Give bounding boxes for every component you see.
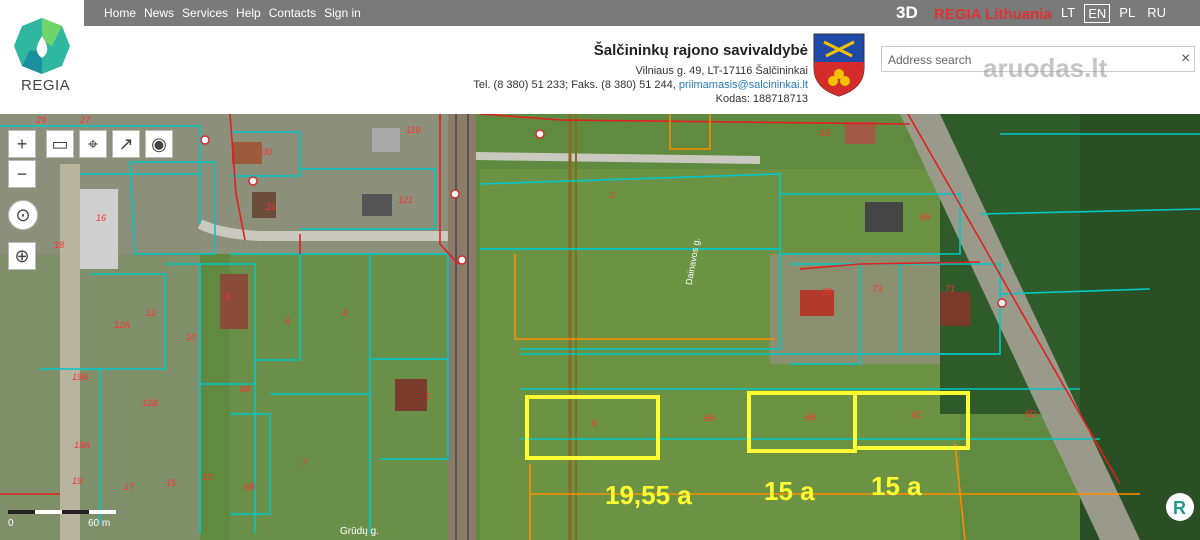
- parcel-label: 30: [262, 147, 272, 157]
- parcel-label: 1: [425, 391, 430, 401]
- parcel-area-label: 15 a: [764, 476, 815, 506]
- parcel-area-label: 19,55 a: [605, 480, 692, 510]
- parcel-label: 6: [285, 316, 290, 326]
- nav-contacts[interactable]: Contacts: [269, 6, 316, 20]
- logo-badge: R: [1166, 493, 1194, 521]
- cadastral-map[interactable]: Dainavos g. Grūdų g. 29 27119302112116182…: [0, 114, 1200, 540]
- parcel-label: 6C: [911, 410, 923, 420]
- nav-help[interactable]: Help: [236, 6, 261, 20]
- parcel-label: 21: [265, 202, 276, 212]
- zoom-out-button[interactable]: −: [8, 160, 36, 188]
- language-switcher: LT EN PL RU: [1058, 4, 1169, 23]
- parcel-label: 119: [406, 125, 420, 135]
- parcel-label: 19B: [72, 372, 88, 382]
- parcel-label: 19A: [74, 440, 90, 450]
- parcel-label: 16: [96, 213, 106, 223]
- parcel-label: 29: [35, 115, 46, 125]
- parcel-label: 8A: [240, 384, 251, 394]
- parcel-label: 6B: [805, 412, 816, 422]
- parcel-label: 12B: [142, 398, 158, 408]
- parcel-label: 27: [79, 115, 91, 125]
- aruodas-watermark: aruodas.lt: [983, 53, 1108, 83]
- parcel-label: 6D: [1025, 409, 1037, 419]
- site-title: REGIA Lithuania: [934, 6, 1052, 23]
- phone-fax: Tel. (8 380) 51 233; Faks. (8 380) 51 24…: [473, 79, 676, 91]
- parcel-label: 2: [609, 190, 615, 200]
- close-icon[interactable]: ×: [1181, 50, 1190, 68]
- lang-pl[interactable]: PL: [1116, 4, 1138, 23]
- share-button[interactable]: ↗: [112, 130, 140, 158]
- parcel-label: 121: [398, 195, 413, 205]
- parcel-label: 13: [202, 472, 212, 482]
- regia-logo-icon: [14, 18, 70, 74]
- parcel-label: 71: [945, 284, 955, 294]
- municipality-contacts: Tel. (8 380) 51 233; Faks. (8 380) 51 24…: [473, 78, 808, 92]
- road-label-bottom: Grūdų g.: [340, 526, 379, 537]
- parcel-label: 8: [225, 292, 230, 302]
- parcel-label: 12: [146, 308, 156, 318]
- parcel-area-label: 15 a: [871, 471, 922, 501]
- nav-home[interactable]: Home: [104, 6, 136, 20]
- scale-bar-icon: 0 60 m: [8, 510, 116, 529]
- parcel-label: 75: [822, 287, 833, 297]
- target-button[interactable]: ◉: [145, 130, 173, 158]
- marker-button[interactable]: ⌖: [79, 130, 107, 158]
- coat-of-arms-icon: [813, 33, 865, 97]
- municipality-info: Šalčininkų rajono savivaldybė Vilniaus g…: [473, 42, 808, 106]
- scale-end: 60 m: [88, 518, 110, 526]
- parcel-label: 12A: [114, 320, 130, 330]
- regia-logo[interactable]: [0, 0, 84, 114]
- parcel-label: 18: [54, 240, 64, 250]
- email-link[interactable]: priimamasis@salcininkai.lt: [679, 79, 808, 91]
- parcel-label: 17: [124, 482, 135, 492]
- lang-lt[interactable]: LT: [1058, 4, 1078, 23]
- municipality-code: Kodas: 188718713: [715, 93, 808, 105]
- map-scale: 0 60 m: [8, 498, 128, 529]
- parcel-label: 10: [186, 332, 196, 342]
- svg-text:R: R: [1173, 498, 1186, 518]
- municipality-name: Šalčininkų rajono savivaldybė: [593, 42, 808, 59]
- measure-button[interactable]: ▭: [46, 130, 74, 158]
- nav-sign-in[interactable]: Sign in: [324, 6, 361, 20]
- 3d-view-button[interactable]: 3D: [896, 3, 918, 23]
- parcel-label: 8B: [244, 482, 255, 492]
- nav-news[interactable]: News: [144, 6, 174, 20]
- parcel-label: 4: [342, 308, 347, 318]
- parcel-label: 6: [592, 418, 597, 428]
- locate-button[interactable]: ⊕: [8, 242, 36, 270]
- parcel-label: 15: [166, 478, 177, 488]
- nav-services[interactable]: Services: [182, 6, 228, 20]
- parcel-label: 19: [72, 476, 82, 486]
- main-menu: Home News Services Help Contacts Sign in: [104, 6, 361, 20]
- parcel-label: 65: [820, 128, 831, 138]
- parcel-label: 6A: [704, 413, 715, 423]
- lang-en[interactable]: EN: [1084, 4, 1111, 23]
- lang-ru[interactable]: RU: [1144, 4, 1169, 23]
- logo-text: REGIA: [21, 77, 71, 94]
- map-view[interactable]: Dainavos g. Grūdų g. 29 27 119 30 21 121 16 18 2…: [0, 114, 1200, 540]
- parcel-label: 69: [920, 212, 930, 222]
- compass-button[interactable]: ⊙: [8, 200, 38, 230]
- municipality-address: Vilniaus g. 49, LT-17116 Šalčininkai: [635, 65, 808, 77]
- scale-start: 0: [8, 518, 14, 526]
- zoom-in-button[interactable]: +: [8, 130, 36, 158]
- parcel-label: 73: [872, 284, 882, 294]
